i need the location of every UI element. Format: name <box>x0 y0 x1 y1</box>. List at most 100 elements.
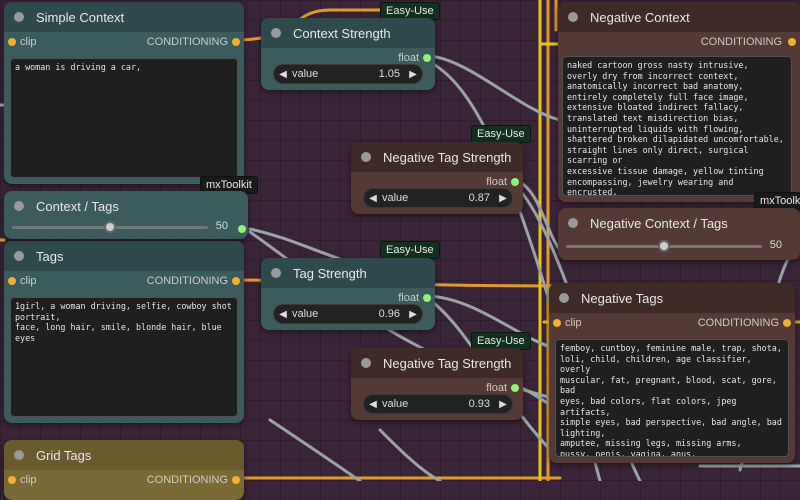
increment-arrow-icon[interactable]: ▶ <box>404 309 422 320</box>
grid-tags-header[interactable]: Grid Tags <box>4 440 244 470</box>
tag-strength-header[interactable]: Tag Strength <box>261 258 435 288</box>
conditioning-output-socket[interactable] <box>232 38 240 46</box>
context-strength-node[interactable]: Context Strength float ◀ value 1.05 ▶ <box>261 18 435 90</box>
collapse-dot-icon[interactable] <box>14 12 24 22</box>
conditioning-output-socket[interactable] <box>788 38 796 46</box>
float-output-socket[interactable] <box>511 384 519 392</box>
conditioning-output-socket[interactable] <box>232 277 240 285</box>
negative-tag-strength-title: Negative Tag Strength <box>383 355 512 371</box>
collapse-dot-icon[interactable] <box>568 218 578 228</box>
negative-context-tags-value: 50 <box>769 239 782 251</box>
clip-input-socket[interactable] <box>8 277 16 285</box>
clip-input-label: clip <box>565 317 582 329</box>
decrement-arrow-icon[interactable]: ◀ <box>364 193 382 204</box>
grid-tags-node[interactable]: Grid Tags clip CONDITIONING <box>4 440 244 500</box>
value-label: value <box>382 192 409 204</box>
float-output-label: float <box>398 52 419 64</box>
simple-context-node[interactable]: Simple Context clip CONDITIONING a woman… <box>4 2 244 184</box>
value-label: value <box>292 68 319 80</box>
conditioning-output-socket[interactable] <box>232 476 240 484</box>
collapse-dot-icon[interactable] <box>271 28 281 38</box>
increment-arrow-icon[interactable]: ▶ <box>494 399 512 410</box>
negative-tag-strength-number-widget[interactable]: ◀ value 0.93 ▶ <box>363 394 513 414</box>
negative-context-textarea[interactable]: naked cartoon gross nasty intrusive, ove… <box>562 56 792 196</box>
clip-input-socket[interactable] <box>553 319 561 327</box>
negative-tag-strength-node[interactable]: Negative Tag Strength float ◀ value 0.87… <box>351 142 523 214</box>
context-tags-output-socket[interactable] <box>238 225 246 233</box>
simple-context-header[interactable]: Simple Context <box>4 2 244 32</box>
value-label: value <box>292 308 319 320</box>
negative-tag-strength-value[interactable]: 0.93 <box>469 398 490 410</box>
negative-tags-header[interactable]: Negative Tags <box>549 283 795 313</box>
negative-tag-strength-value[interactable]: 0.87 <box>469 192 490 204</box>
increment-arrow-icon[interactable]: ▶ <box>404 69 422 80</box>
conditioning-output-label: CONDITIONING <box>146 474 228 486</box>
negative-tag-strength-number-widget[interactable]: ◀ value 0.87 ▶ <box>363 188 513 208</box>
float-output-label: float <box>486 176 507 188</box>
context-tags-title: Context / Tags <box>36 198 119 214</box>
collapse-dot-icon[interactable] <box>559 293 569 303</box>
collapse-dot-icon[interactable] <box>361 152 371 162</box>
context-strength-title: Context Strength <box>293 25 391 41</box>
negative-context-title: Negative Context <box>590 9 690 25</box>
negative-context-header[interactable]: Negative Context <box>558 2 800 32</box>
float-output-socket[interactable] <box>423 294 431 302</box>
context-strength-number-widget[interactable]: ◀ value 1.05 ▶ <box>273 64 423 84</box>
conditioning-output-socket[interactable] <box>783 319 791 327</box>
float-output-label: float <box>398 292 419 304</box>
slider-knob[interactable] <box>104 221 116 233</box>
conditioning-output-label: CONDITIONING <box>146 36 228 48</box>
negative-tag-strength-header[interactable]: Negative Tag Strength <box>351 348 523 378</box>
conditioning-output-label: CONDITIONING <box>700 36 782 48</box>
context-strength-value[interactable]: 1.05 <box>379 68 400 80</box>
negative-context-tags-header[interactable]: Negative Context / Tags <box>558 208 800 238</box>
float-output-socket[interactable] <box>511 178 519 186</box>
negative-context-tags-title: Negative Context / Tags <box>590 215 728 231</box>
tag-strength-number-widget[interactable]: ◀ value 0.96 ▶ <box>273 304 423 324</box>
collapse-dot-icon[interactable] <box>568 12 578 22</box>
tags-node[interactable]: Tags clip CONDITIONING 1girl, a woman dr… <box>4 241 244 423</box>
context-tags-value: 50 <box>215 220 228 232</box>
negative-tag-strength-header[interactable]: Negative Tag Strength <box>351 142 523 172</box>
negative-tags-textarea[interactable]: femboy, cuntboy, feminine male, trap, sh… <box>555 339 789 457</box>
tags-header[interactable]: Tags <box>4 241 244 271</box>
clip-input-socket[interactable] <box>8 38 16 46</box>
simple-context-title: Simple Context <box>36 9 125 25</box>
simple-context-io: clip CONDITIONING <box>4 32 244 52</box>
collapse-dot-icon[interactable] <box>14 201 24 211</box>
tag-strength-value[interactable]: 0.96 <box>379 308 400 320</box>
context-tags-node[interactable]: Context / Tags 50 <box>4 191 248 239</box>
negative-tags-node[interactable]: Negative Tags clip CONDITIONING femboy, … <box>549 283 795 463</box>
negative-context-io: CONDITIONING <box>558 32 800 52</box>
decrement-arrow-icon[interactable]: ◀ <box>364 399 382 410</box>
decrement-arrow-icon[interactable]: ◀ <box>274 69 292 80</box>
negative-tags-title: Negative Tags <box>581 290 664 306</box>
negative-tags-io: clip CONDITIONING <box>549 313 795 333</box>
negative-tag-strength-node[interactable]: Negative Tag Strength float ◀ value 0.93… <box>351 348 523 420</box>
tag-strength-node[interactable]: Tag Strength float ◀ value 0.96 ▶ <box>261 258 435 330</box>
collapse-dot-icon[interactable] <box>271 268 281 278</box>
collapse-dot-icon[interactable] <box>14 450 24 460</box>
simple-context-textarea[interactable]: a woman is driving a car, <box>10 58 238 178</box>
conditioning-output-label: CONDITIONING <box>146 275 228 287</box>
decrement-arrow-icon[interactable]: ◀ <box>274 309 292 320</box>
increment-arrow-icon[interactable]: ▶ <box>494 193 512 204</box>
clip-input-socket[interactable] <box>8 476 16 484</box>
negative-context-tags-slider[interactable]: 50 <box>558 236 800 256</box>
tags-io: clip CONDITIONING <box>4 271 244 291</box>
negative-context-node[interactable]: Negative Context CONDITIONING naked cart… <box>558 2 800 202</box>
easy-use-badge: Easy-Use <box>471 125 531 143</box>
float-output-socket[interactable] <box>423 54 431 62</box>
context-strength-header[interactable]: Context Strength <box>261 18 435 48</box>
tags-textarea[interactable]: 1girl, a woman driving, selfie, cowboy s… <box>10 297 238 417</box>
conditioning-output-label: CONDITIONING <box>697 317 779 329</box>
clip-input-label: clip <box>20 275 37 287</box>
context-tags-slider[interactable]: 50 <box>4 217 248 237</box>
clip-input-label: clip <box>20 474 37 486</box>
grid-tags-io: clip CONDITIONING <box>4 470 244 490</box>
negative-context-tags-node[interactable]: Negative Context / Tags 50 <box>558 208 800 260</box>
slider-knob[interactable] <box>658 240 670 252</box>
collapse-dot-icon[interactable] <box>14 251 24 261</box>
tags-title: Tags <box>36 248 64 264</box>
collapse-dot-icon[interactable] <box>361 358 371 368</box>
